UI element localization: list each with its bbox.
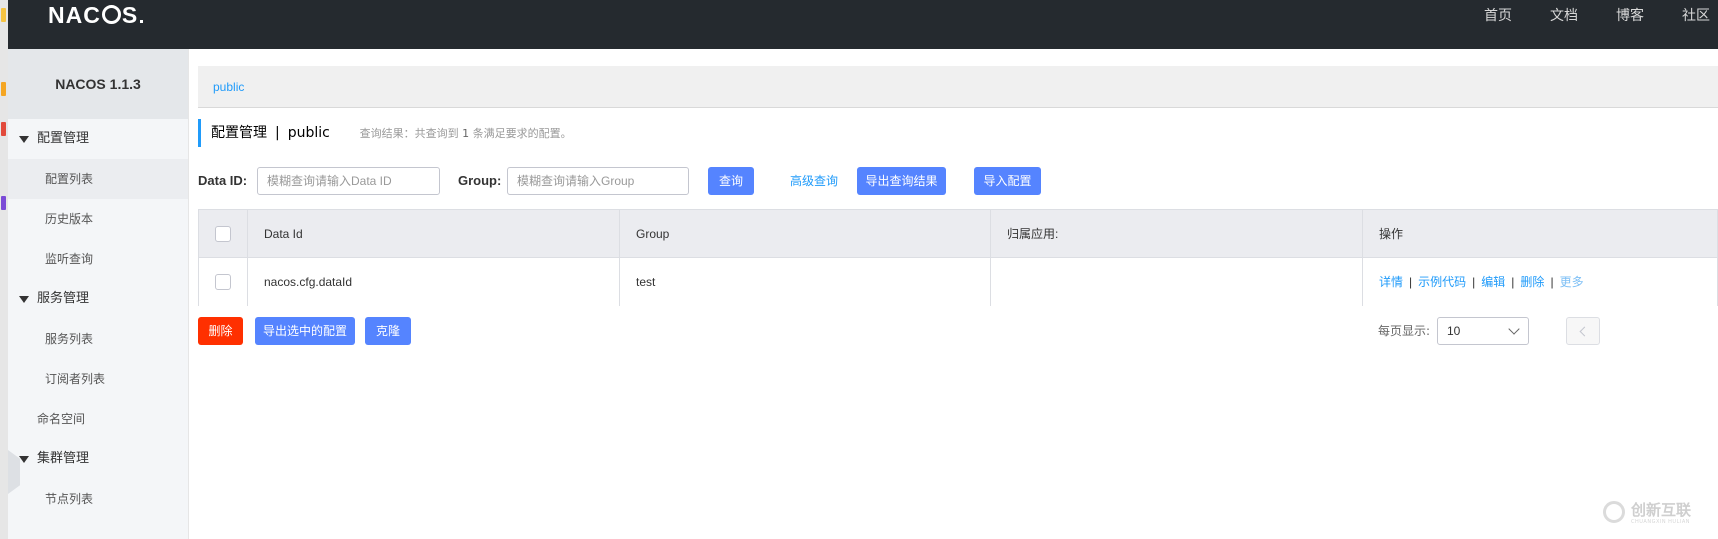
logo-text: S [121, 2, 139, 28]
delete-selected-button[interactable]: 删除 [198, 317, 243, 345]
config-table: Data Id Group 归属应用: 操作 nacos.cfg.dataId … [198, 209, 1718, 306]
result-prefix: 查询结果：共查询到 [359, 127, 459, 140]
menu-group-label: 配置管理 [37, 131, 90, 146]
main-content: public 配置管理 | public 查询结果：共查询到 1 条满足要求的配置。… [198, 49, 1718, 539]
sidebar-item-listener-query[interactable]: 监听查询 [8, 239, 188, 279]
action-separator: | [1550, 275, 1554, 289]
title-namespace: public [287, 125, 330, 141]
action-details[interactable]: 详情 [1379, 275, 1403, 289]
column-header-app: 归属应用: [991, 210, 1363, 258]
group-label: Group: [458, 173, 502, 188]
watermark-logo-icon [1603, 501, 1625, 523]
group-input[interactable]: 模糊查询请输入Group [507, 167, 689, 195]
nav-blog[interactable]: 博客 [1616, 0, 1644, 32]
advanced-query-link[interactable]: 高级查询 [790, 167, 838, 195]
menu-group-cluster[interactable]: 集群管理 [8, 439, 188, 479]
clone-button[interactable]: 克隆 [365, 317, 411, 345]
cell-group: test [620, 258, 991, 306]
sidebar-item-service-list[interactable]: 服务列表 [8, 319, 188, 359]
namespace-link[interactable]: public [213, 80, 244, 94]
logo-dot-icon [140, 20, 144, 23]
prev-page-button[interactable] [1566, 317, 1600, 345]
strip-mark [1, 8, 6, 22]
watermark-text: 创新互联 [1631, 501, 1692, 519]
namespace-bar: public [198, 66, 1718, 108]
column-header-data-id: Data Id [248, 210, 620, 258]
cell-actions: 详情 | 示例代码 | 编辑 | 删除 | 更多 [1363, 258, 1718, 306]
data-id-input[interactable]: 模糊查询请输入Data ID [257, 167, 440, 195]
menu-group-service[interactable]: 服务管理 [8, 279, 188, 319]
search-form: Data ID: 模糊查询请输入Data ID Group: 模糊查询请输入Gr… [198, 167, 1718, 195]
nav-community[interactable]: 社区 [1682, 0, 1718, 32]
select-all-checkbox[interactable] [215, 226, 231, 242]
top-header: NAC S 首页 文档 博客 社区 [8, 0, 1718, 49]
watermark-subtext: CHUANGXIN HULIAN [1631, 519, 1691, 525]
strip-mark [1, 82, 6, 96]
nacos-logo[interactable]: NAC S [48, 0, 144, 30]
strip-mark [1, 122, 6, 136]
column-header-actions: 操作 [1379, 227, 1404, 241]
nav-docs[interactable]: 文档 [1550, 0, 1578, 32]
data-id-label: Data ID: [198, 173, 248, 188]
export-selected-button[interactable]: 导出选中的配置 [255, 317, 355, 345]
action-edit[interactable]: 编辑 [1481, 275, 1505, 289]
header-select-cell [199, 210, 248, 258]
cell-app [991, 258, 1363, 306]
chevron-left-icon [1579, 326, 1590, 337]
nav-home[interactable]: 首页 [1484, 0, 1512, 32]
caret-down-icon [19, 296, 29, 303]
import-config-button[interactable]: 导入配置 [974, 167, 1041, 195]
sidebar-item-node-list[interactable]: 节点列表 [8, 479, 188, 519]
page-size-select[interactable]: 10 [1437, 317, 1529, 345]
menu-group-config[interactable]: 配置管理 [8, 119, 188, 159]
page-title-text: 配置管理 [211, 125, 267, 141]
result-suffix: 条满足要求的配置。 [472, 127, 572, 140]
sidebar-item-subscriber-list[interactable]: 订阅者列表 [8, 359, 188, 399]
menu-group-label: 服务管理 [37, 291, 90, 306]
bulk-actions-bar: 删除 导出选中的配置 克隆 每页显示: 10 [198, 317, 1718, 345]
logo-text: NAC [48, 2, 101, 28]
page-size-label: 每页显示: [1378, 324, 1431, 338]
export-query-result-button[interactable]: 导出查询结果 [857, 167, 946, 195]
action-more[interactable]: 更多 [1560, 275, 1584, 289]
browser-edge-strip [0, 0, 8, 539]
title-separator: | [275, 125, 280, 141]
strip-mark [1, 196, 6, 210]
caret-down-icon [19, 136, 29, 143]
logo-o-icon [101, 5, 121, 25]
sidebar-item-history[interactable]: 历史版本 [8, 199, 188, 239]
menu-group-label: 集群管理 [37, 451, 90, 466]
sidebar-item-namespace[interactable]: 命名空间 [8, 399, 188, 439]
sidebar-item-config-list[interactable]: 配置列表 [8, 159, 188, 199]
table-row: nacos.cfg.dataId test 详情 | 示例代码 | 编辑 | 删除 | 更多 [199, 258, 1717, 306]
row-actions: 详情 | 示例代码 | 编辑 | 删除 | 更多 [1379, 275, 1584, 289]
result-count: 1 [462, 127, 470, 140]
sidebar: NACOS 1.1.3 配置管理 配置列表 历史版本 监听查询 服务管理 服务列… [8, 49, 189, 539]
chevron-down-icon [1508, 323, 1520, 335]
cell-data-id: nacos.cfg.dataId [248, 258, 620, 306]
action-separator: | [1511, 275, 1515, 289]
column-header-group: Group [620, 210, 991, 258]
row-select-cell [199, 258, 248, 306]
query-button[interactable]: 查询 [708, 167, 754, 195]
page-size-value: 10 [1447, 324, 1461, 338]
sidebar-brand: NACOS 1.1.3 [8, 49, 188, 119]
table-header: Data Id Group 归属应用: 操作 [199, 210, 1717, 258]
action-separator: | [1472, 275, 1476, 289]
action-separator: | [1409, 275, 1413, 289]
top-nav: 首页 文档 博客 社区 [1446, 0, 1718, 32]
watermark: 创新互联 CHUANGXIN HULIAN [1603, 499, 1698, 529]
row-checkbox[interactable] [215, 274, 231, 290]
action-sample-code[interactable]: 示例代码 [1418, 275, 1466, 289]
caret-down-icon [19, 456, 29, 463]
query-result-summary: 查询结果：共查询到 1 条满足要求的配置。 [360, 127, 572, 140]
action-delete[interactable]: 删除 [1520, 275, 1544, 289]
page-title: 配置管理 | public 查询结果：共查询到 1 条满足要求的配置。 [198, 119, 572, 147]
